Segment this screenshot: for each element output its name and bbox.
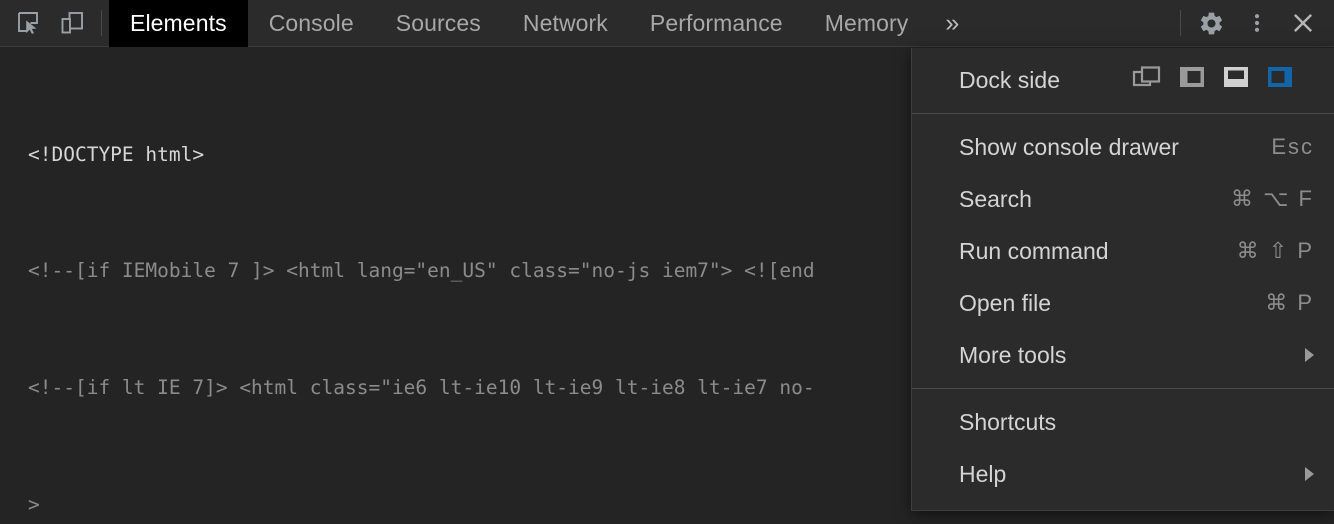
menu-item-label: Run command [959,237,1109,264]
menu-item-label: Shortcuts [959,408,1057,435]
dock-side-label: Dock side [959,66,1060,93]
submenu-arrow-icon [1305,348,1314,362]
menu-item-show-console-drawer[interactable]: Show console drawer Esc [912,121,1334,173]
tab-memory[interactable]: Memory [804,0,930,47]
inspect-element-icon[interactable] [6,1,50,45]
menu-separator [912,388,1334,389]
menu-item-run-command[interactable]: Run command ⌘ ⇧ P [912,225,1334,277]
devtools-toolbar: Elements Console Sources Network Perform… [0,0,1334,47]
dom-line-text: > [28,493,40,516]
tab-elements[interactable]: Elements [109,0,248,47]
tab-network[interactable]: Network [502,0,629,47]
dom-line-text: <!DOCTYPE html> [28,142,205,166]
dom-line-text: <!--[if lt IE 7]> <html class="ie6 lt-ie… [28,376,815,400]
dock-to-left-icon[interactable] [1178,64,1206,96]
submenu-arrow-icon [1305,467,1314,481]
devtools-window: Elements Console Sources Network Perform… [0,0,1334,524]
menu-item-label: Open file [959,289,1052,316]
dock-to-bottom-icon[interactable] [1222,64,1250,96]
menu-item-help[interactable]: Help [912,448,1334,500]
device-toolbar-icon[interactable] [50,1,94,45]
dock-side-options [1132,64,1314,96]
menu-item-search[interactable]: Search ⌘ ⌥ F [912,173,1334,225]
menu-item-open-file[interactable]: Open file ⌘ P [912,277,1334,329]
menu-item-shortcut: ⌘ ⇧ P [1236,238,1314,263]
gear-icon[interactable] [1188,0,1234,46]
dock-to-right-icon[interactable] [1266,64,1294,96]
menu-row-dock-side: Dock side [912,54,1334,106]
undock-window-icon[interactable] [1132,64,1162,96]
menu-item-shortcut: ⌘ ⌥ F [1230,186,1314,211]
menu-item-shortcut: ⌘ P [1265,290,1314,315]
menu-item-label: Search [959,185,1032,212]
close-icon[interactable] [1280,0,1326,46]
menu-separator [912,113,1334,114]
menu-item-more-tools[interactable]: More tools [912,329,1334,381]
panel-tabs: Elements Console Sources Network Perform… [109,0,1173,47]
menu-item-label: Help [959,460,1007,487]
menu-item-label: Show console drawer [959,133,1179,160]
toolbar-actions [1173,0,1334,46]
toolbar-divider-right [1180,10,1181,36]
tab-performance[interactable]: Performance [629,0,804,47]
tab-console[interactable]: Console [248,0,375,47]
menu-item-shortcut: Esc [1271,134,1314,159]
more-options-icon[interactable] [1234,0,1280,46]
toolbar-divider [101,10,102,36]
menu-item-shortcuts[interactable]: Shortcuts [912,396,1334,448]
dom-line-text: <!--[if IEMobile 7 ]> <html lang="en_US"… [28,259,815,283]
menu-item-label: More tools [959,341,1067,368]
tab-sources[interactable]: Sources [375,0,502,47]
devtools-main-menu: Dock side Show console drawer Esc Search… [911,48,1334,511]
more-tabs-button[interactable]: » [929,0,975,47]
